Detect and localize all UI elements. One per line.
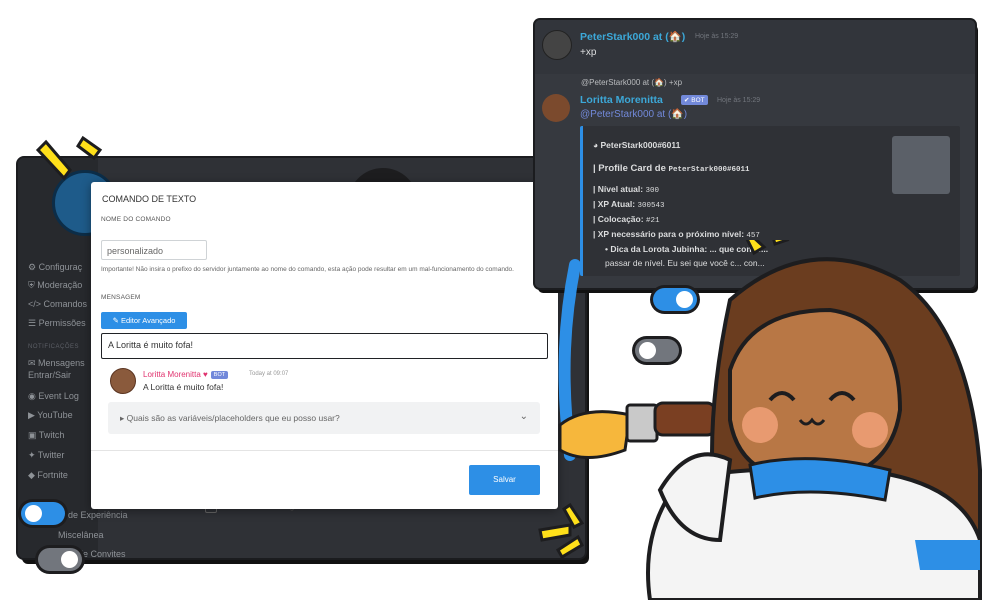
bot-name: Loritta Morenitta [580,94,663,106]
message-text: +xp [580,47,597,58]
loritta-character-illustration [646,240,982,600]
bot-badge: BOT [210,370,229,379]
avatar-icon: ◕ [593,140,601,150]
eye-icon: ◉ [28,391,39,401]
sidebar-section-label: NOTIFICAÇÕES [28,344,80,350]
message-timestamp: Hoje às 15:29 [695,33,739,40]
sidebar-item-event-log[interactable]: ◉ Event Log [28,391,79,402]
shield-icon: ⛨ [28,280,38,290]
advanced-editor-button[interactable]: ✎ Editor Avançado [101,312,187,329]
modal-divider [91,450,558,451]
loritta-avatar [542,94,570,122]
text-command-modal: COMANDO DE TEXTO NOME DO COMANDO persona… [91,182,558,509]
message-label: MENSAGEM [101,294,141,301]
embed-author: ◕ PeterStark000#6011 [593,140,681,150]
embed-thumbnail [892,136,950,194]
preview-timestamp: Today at 09:07 [249,371,289,377]
command-name-label: NOME DO COMANDO [101,216,171,223]
youtube-icon: ▶ [28,410,38,420]
list-icon: ☰ [28,318,39,328]
embed-field-level: | Nível atual: 300 [593,184,659,195]
sidebar-item-youtube[interactable]: ▶ YouTube [28,410,73,421]
sidebar-item-invites[interactable]: de Convites [78,549,126,558]
triangle-right-icon: ▸ [120,413,127,423]
embed-title: | Profile Card de PeterStark000#6011 [593,163,750,174]
sidebar-item-config[interactable]: ⚙ Configuraç [28,262,82,273]
fortnite-icon: ◆ [28,470,38,480]
sidebar-item-messages[interactable]: ✉ Mensagens [28,358,85,369]
twitter-icon: ✦ [28,450,38,460]
sidebar-item-fortnite[interactable]: ◆ Fortnite [28,470,68,481]
message-input[interactable]: A Loritta é muito fofa! [101,333,548,359]
heart-icon: ♥ [203,370,208,379]
sidebar-item-misc[interactable]: Miscelânea [58,530,104,540]
save-button[interactable]: Salvar [469,465,540,495]
reply-reference: @PeterStark000 at (🏠) +xp [581,78,683,87]
chevron-down-icon: ⌄ [519,411,528,422]
preview-author: Loritta Morenitta ♥ BOT [143,370,229,379]
chat-icon: ✉ [28,358,39,368]
toggle-off[interactable] [38,548,82,571]
user-avatar [542,30,572,60]
sidebar-item-permissions[interactable]: ☰ Permissões [28,318,86,329]
code-icon: </> [28,299,44,309]
sidebar-item-moderation[interactable]: ⛨ Moderação [28,280,82,291]
user-mention: @PeterStark000 at (🏠) [580,109,688,120]
preview-message: A Loritta é muito fofa! [143,382,224,392]
sidebar-item-commands[interactable]: </> Comandos [28,299,87,309]
sparkle-decoration [35,135,103,181]
command-name-input[interactable]: personalizado [101,240,207,260]
toggle-on[interactable] [21,502,65,525]
prefix-warning: Importante! Não insira o prefixo do serv… [101,266,514,273]
embed-field-xp: | XP Atual: 300543 [593,199,665,210]
gear-icon: ⚙ [28,262,39,272]
sidebar-item-join-leave[interactable]: Entrar/Sair [28,370,71,380]
loritta-avatar [110,368,136,394]
sidebar-item-twitter[interactable]: ✦ Twitter [28,450,64,461]
twitch-icon: ▣ [28,430,39,440]
bot-timestamp: Hoje às 15:29 [717,97,761,104]
placeholders-faq[interactable]: ▸ Quais são as variáveis/placeholders qu… [108,402,540,434]
embed-field-rank: | Colocação: #21 [593,214,660,225]
user-name: PeterStark000 at (🏠) [580,31,686,43]
user-message: PeterStark000 at (🏠) Hoje às 15:29 +xp [535,20,975,74]
embed-field-next-level: | XP necessário para o próximo nível: 45… [593,229,760,240]
sidebar-item-twitch[interactable]: ▣ Twitch [28,430,64,441]
verified-bot-badge: ✔ BOT [681,95,708,105]
edit-icon: ✎ [112,316,121,325]
sidebar-item-experience[interactable]: de Experiência [68,510,128,520]
